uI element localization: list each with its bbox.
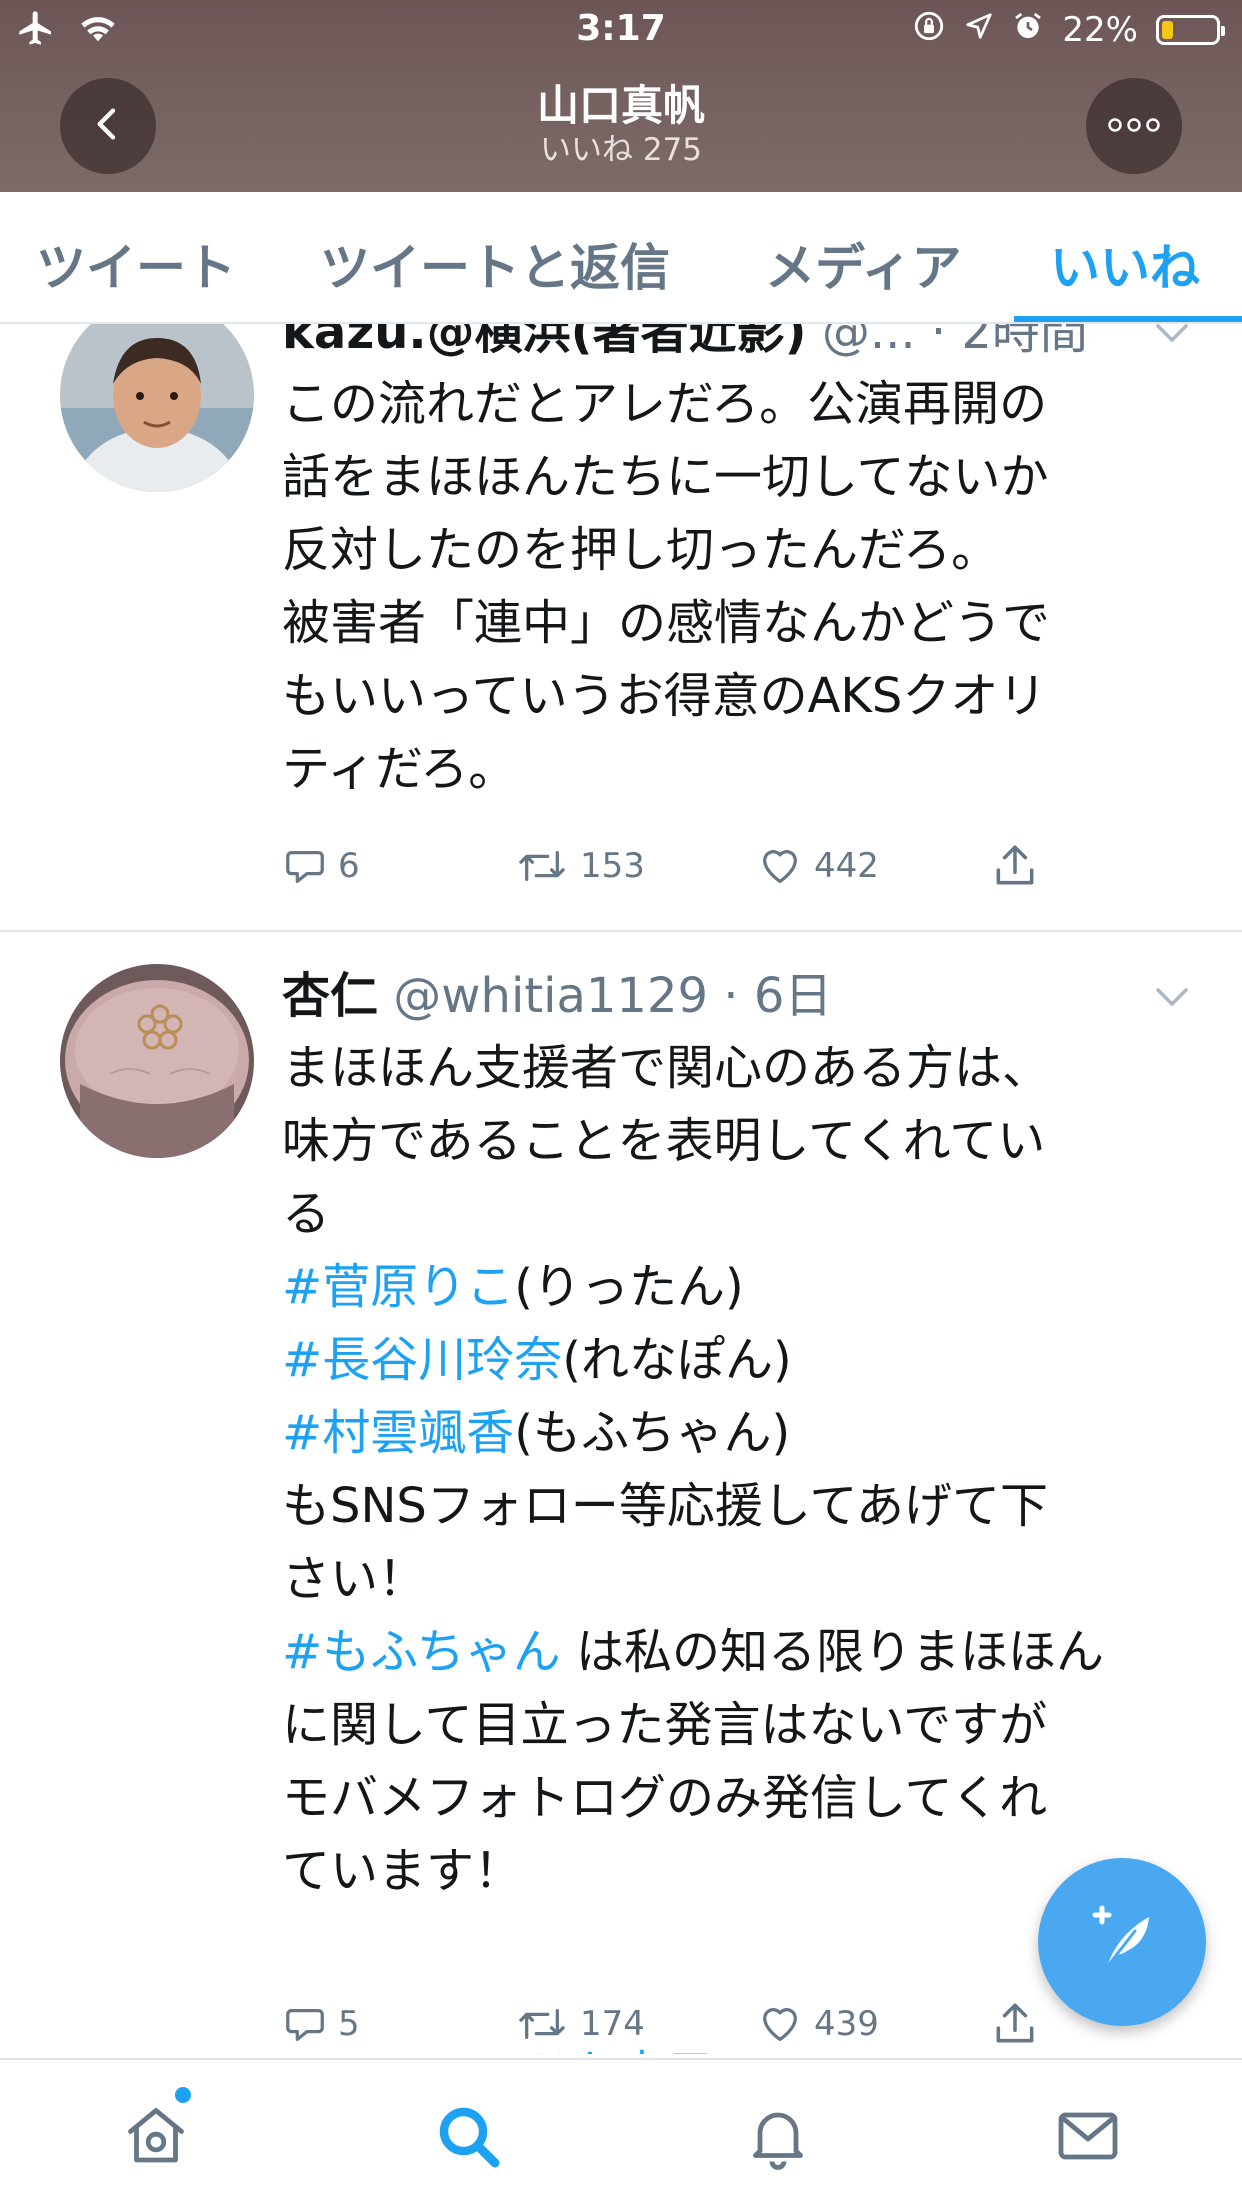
user-handle[interactable]: @whitia1129: [393, 968, 708, 1024]
tweet-header: 杏仁 @whitia1129 · 6日: [282, 966, 832, 1026]
share-icon: [996, 845, 1034, 885]
tweet-line: #村雲颯香(もふちゃん): [282, 1397, 1202, 1470]
tweet-line: さい！: [282, 1551, 427, 1607]
heart-icon: [763, 2008, 797, 2041]
tweet-header: kazu.@横浜(著者近影) @... · 2時間: [282, 324, 1088, 362]
display-name[interactable]: 杏仁: [282, 968, 378, 1024]
alarm-icon: [1012, 10, 1044, 51]
bottom-tab-bar: [0, 2058, 1242, 2210]
like-count: 439: [814, 2004, 879, 2044]
tweet-time[interactable]: · 2時間: [931, 324, 1088, 360]
tab-tweets-and-replies[interactable]: ツイートと返信: [320, 228, 670, 300]
retweet-count: 153: [580, 846, 645, 886]
profile-header: 3:17 22% 山口真帆 いいね 275: [0, 0, 1242, 192]
tweet-line: もSNSフォロー等応援してあげて下: [282, 1478, 1048, 1534]
status-bar: 3:17 22%: [0, 0, 1242, 60]
search-icon: [439, 2107, 500, 2168]
home-icon: [128, 2108, 184, 2163]
active-tab-indicator: [1014, 316, 1242, 322]
tweet-line: #菅原りこ(りったん): [282, 1251, 1202, 1324]
tweet-fragment: は私の知る限りまほほん: [560, 1624, 1105, 1680]
location-icon: [964, 10, 994, 50]
new-notification-dot: [172, 2084, 194, 2106]
tab-media[interactable]: メディア: [765, 228, 962, 300]
tweet-line: モバメフォトログのみ発信してくれ: [282, 1770, 1048, 1826]
likes-count: いいね 275: [539, 132, 703, 168]
reply-icon: [286, 850, 324, 883]
messages-icon: [1058, 2112, 1118, 2160]
notifications-icon: [753, 2112, 803, 2170]
tab-tweets[interactable]: ツイート: [36, 228, 236, 300]
tweet-line: ティだろ。: [282, 741, 517, 797]
chevron-down-icon[interactable]: [1152, 982, 1192, 1012]
tweet-line: に関して目立った発言はないですが: [282, 1697, 1048, 1753]
nav-home[interactable]: [120, 2100, 192, 2172]
nav-notifications[interactable]: [742, 2100, 814, 2172]
battery-fill: [1162, 21, 1173, 39]
show-thread-link[interactable]: このスレッドを表示: [282, 2034, 714, 2054]
tweet-line: 被害者「連中」の感情なんかどうで: [282, 595, 1051, 651]
tweet-line: 話をまほほんたちに一切してないか: [282, 449, 1049, 505]
battery-percent: 22%: [1062, 10, 1138, 50]
tweet-time[interactable]: · 6日: [723, 968, 832, 1024]
tweet-fragment: (れなぽん): [562, 1332, 792, 1388]
chevron-down-icon[interactable]: [1152, 324, 1192, 348]
hashtag-link[interactable]: #長谷川玲奈: [282, 1332, 562, 1388]
hashtag-link[interactable]: #もふちゃん: [282, 1624, 561, 1680]
reply-button[interactable]: 6: [282, 836, 360, 896]
compose-tweet-button[interactable]: [1038, 1858, 1206, 2026]
tweet-line: る: [282, 1186, 331, 1242]
tweet-line: 反対したのを押し切ったんだろ。: [282, 522, 1000, 578]
tweet-line: この流れだとアレだろ。公演再開の: [282, 376, 1048, 432]
tweet-line: 味方であることを表明してくれてい: [282, 1113, 1046, 1169]
retweet-icon: [519, 850, 565, 882]
avatar[interactable]: [60, 324, 254, 492]
display-name[interactable]: kazu.@横浜(著者近影): [282, 324, 807, 360]
orientation-lock-icon: [912, 9, 946, 52]
hashtag-link[interactable]: #菅原りこ: [282, 1259, 514, 1315]
nav-search[interactable]: [432, 2100, 504, 2172]
like-count: 442: [814, 846, 879, 886]
tab-likes[interactable]: いいね: [1050, 228, 1200, 300]
nav-messages[interactable]: [1052, 2100, 1124, 2172]
tweet-actions: 6 153 442: [282, 836, 1062, 896]
tweet-divider: [0, 930, 1242, 932]
user-handle[interactable]: @...: [822, 324, 916, 360]
share-icon: [996, 2003, 1034, 2043]
tweet-text: この流れだとアレだろ。公演再開の 話をまほほんたちに一切してないか 反対したのを…: [282, 368, 1202, 806]
more-button[interactable]: [1086, 78, 1182, 174]
tweet-feed[interactable]: kazu.@横浜(著者近影) @... · 2時間 この流れだとアレだろ。公演再…: [0, 324, 1242, 2054]
share-button[interactable]: [990, 836, 1040, 896]
retweet-button[interactable]: 153: [514, 836, 645, 896]
like-button[interactable]: 439: [756, 1994, 879, 2054]
battery-icon: [1156, 15, 1225, 45]
share-button[interactable]: [990, 1994, 1040, 2054]
like-button[interactable]: 442: [756, 836, 879, 896]
tweet-fragment: (りったん): [514, 1259, 744, 1315]
tweet-fragment: (もふちゃん): [514, 1405, 791, 1461]
hashtag-link[interactable]: #村雲颯香: [282, 1405, 514, 1461]
profile-tabs: ツイート ツイートと返信 メディア いいね: [0, 192, 1242, 324]
tweet-line: まほほん支援者で関心のある方は、: [282, 1040, 1051, 1096]
avatar[interactable]: [60, 964, 254, 1158]
reply-count: 6: [338, 846, 360, 886]
compose-icon: [1077, 1895, 1167, 1989]
more-icon: [1107, 117, 1161, 136]
heart-icon: [763, 850, 797, 883]
status-right: 22%: [912, 9, 1225, 52]
tweet-line: #長谷川玲奈(れなぽん): [282, 1324, 1202, 1397]
tweet-line: もいいっていうお得意のAKSクオリ: [282, 668, 1047, 724]
tweet-text: まほほん支援者で関心のある方は、 味方であることを表明してくれてい る #菅原り…: [282, 1032, 1202, 1908]
tweet-line: #もふちゃん は私の知る限りまほほん: [282, 1616, 1202, 1689]
